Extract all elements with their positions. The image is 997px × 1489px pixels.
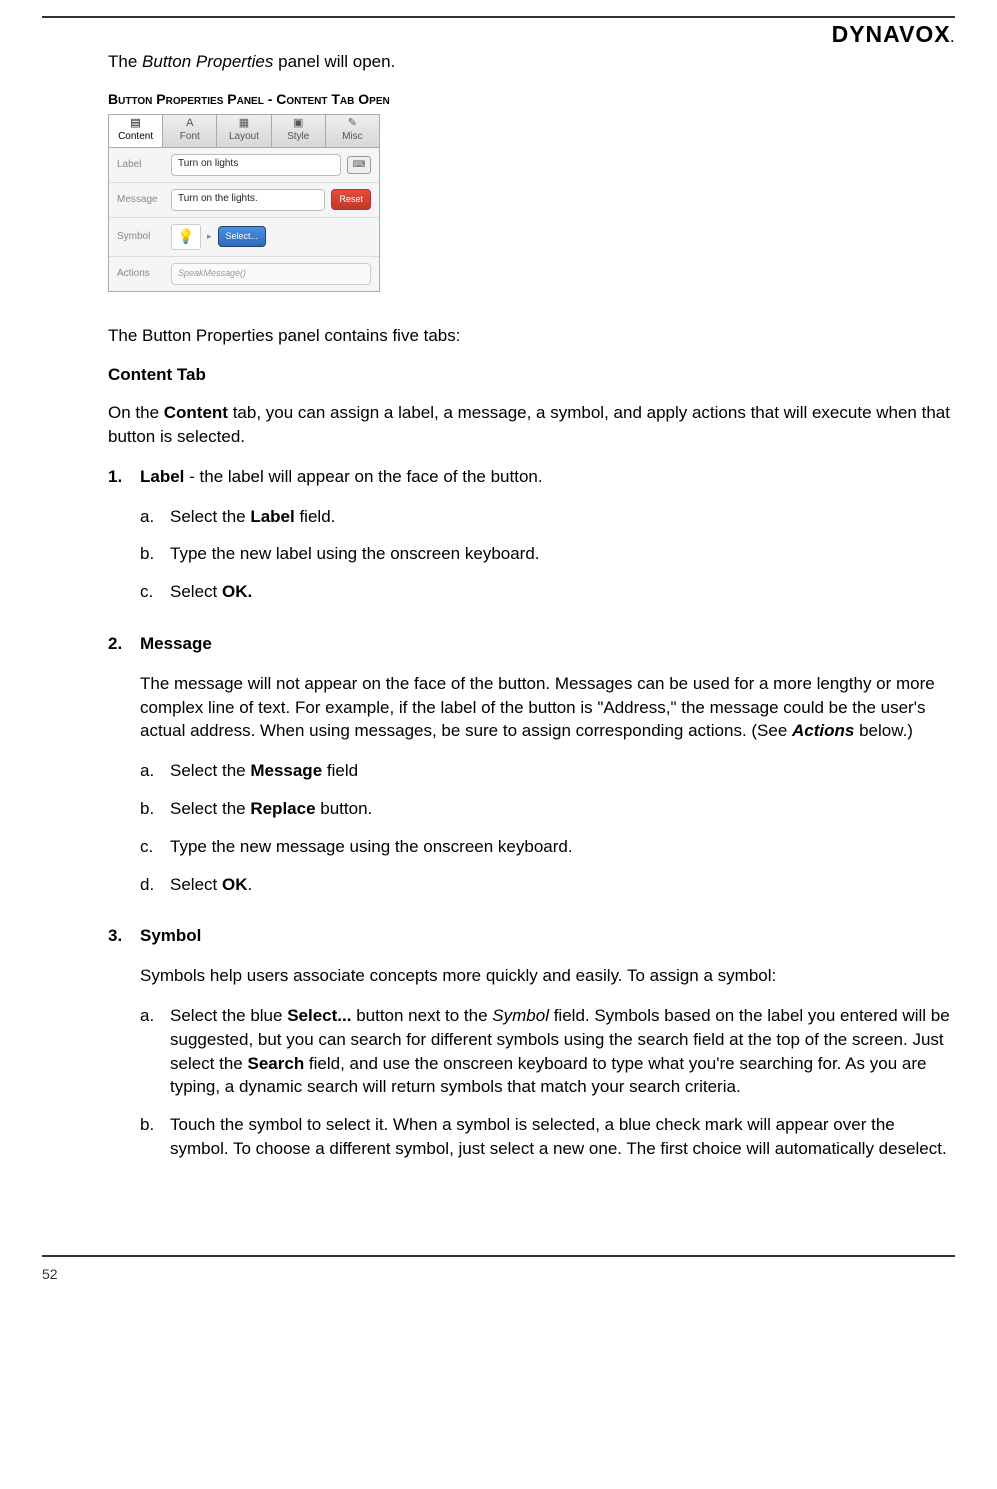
list-item: 1. Label - the label will appear on the … (108, 465, 955, 618)
misc-icon: ✎ (326, 117, 379, 129)
row-label: Label Turn on lights ⌨ (109, 148, 379, 183)
list-subitem: a. Select the Label field. (140, 505, 955, 529)
footer-rule (42, 1255, 955, 1257)
panel-tabs: ▤ Content A Font ▦ Layout ▣ Style (109, 115, 379, 148)
list-subitem: c. Type the new message using the onscre… (140, 835, 955, 859)
content-tab-heading: Content Tab (108, 363, 955, 387)
figure-caption: Button Properties Panel - Content Tab Op… (108, 90, 955, 110)
message-input[interactable]: Turn on the lights. (171, 189, 325, 211)
intro-paragraph: The Button Properties panel will open. (108, 50, 955, 74)
tab-layout[interactable]: ▦ Layout (217, 115, 271, 147)
symbol-title: Symbol (117, 230, 171, 244)
row-message: Message Turn on the lights. Reset (109, 183, 379, 218)
list-subitem: a. Select the Message field (140, 759, 955, 783)
symbol-preview[interactable]: 💡 (171, 224, 201, 250)
select-button[interactable]: Select... (218, 226, 267, 247)
tab-content[interactable]: ▤ Content (109, 115, 163, 147)
reset-button[interactable]: Reset (331, 189, 371, 210)
layout-icon: ▦ (217, 117, 270, 129)
page-number: 52 (42, 1265, 955, 1285)
numbered-list: 1. Label - the label will appear on the … (108, 465, 955, 1175)
document-body: The Button Properties panel will open. B… (108, 50, 955, 1175)
tab-font[interactable]: A Font (163, 115, 217, 147)
list-subitem: c. Select OK. (140, 580, 955, 604)
keyboard-icon[interactable]: ⌨ (347, 156, 371, 174)
list-subitem: b. Select the Replace button. (140, 797, 955, 821)
list-item: 2. Message The message will not appear o… (108, 632, 955, 910)
label-input[interactable]: Turn on lights (171, 154, 341, 176)
list-item: 3. Symbol Symbols help users associate c… (108, 924, 955, 1174)
list-subitem: a. Select the blue Select... button next… (140, 1004, 955, 1099)
label-title: Label (117, 158, 171, 172)
button-properties-panel: ▤ Content A Font ▦ Layout ▣ Style (108, 114, 955, 292)
chevron-icon: ▸ (207, 230, 212, 243)
content-tab-paragraph: On the Content tab, you can assign a lab… (108, 401, 955, 449)
row-actions: Actions SpeakMessage() (109, 257, 379, 291)
list-subitem: b. Touch the symbol to select it. When a… (140, 1113, 955, 1161)
list-subitem: b. Type the new label using the onscreen… (140, 542, 955, 566)
tab-style[interactable]: ▣ Style (272, 115, 326, 147)
five-tabs-paragraph: The Button Properties panel contains fiv… (108, 324, 955, 348)
row-symbol: Symbol 💡 ▸ Select... (109, 218, 379, 257)
actions-input[interactable]: SpeakMessage() (171, 263, 371, 285)
style-icon: ▣ (272, 117, 325, 129)
tab-misc[interactable]: ✎ Misc (326, 115, 379, 147)
font-icon: A (163, 117, 216, 129)
message-title: Message (117, 193, 171, 207)
content-icon: ▤ (109, 117, 162, 129)
actions-title: Actions (117, 267, 171, 281)
brand-header: DYNAVOX. (42, 18, 955, 50)
brand-logo: DYNAVOX. (832, 18, 955, 50)
list-subitem: d. Select OK. (140, 873, 955, 897)
